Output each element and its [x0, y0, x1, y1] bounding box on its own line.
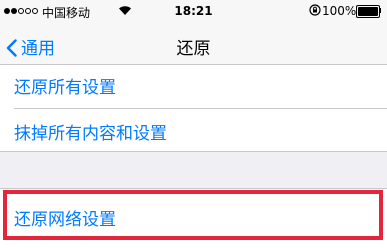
erase-all-content-and-settings[interactable]: 抹掉所有内容和设置	[14, 119, 167, 144]
page-title: 还原	[176, 39, 211, 59]
battery-percent: 100%	[322, 4, 357, 18]
battery-icon	[356, 5, 381, 18]
reset-group: 还原所有设置 抹掉所有内容和设置	[0, 65, 387, 152]
divider	[14, 108, 387, 109]
status-bar: 中国移动 18:21 100%	[0, 0, 387, 26]
rotation-lock-icon	[309, 4, 321, 19]
navigation-bar: 通用 还原	[0, 26, 387, 65]
reset-all-settings[interactable]: 还原所有设置	[14, 73, 116, 98]
highlight-box	[3, 190, 383, 240]
